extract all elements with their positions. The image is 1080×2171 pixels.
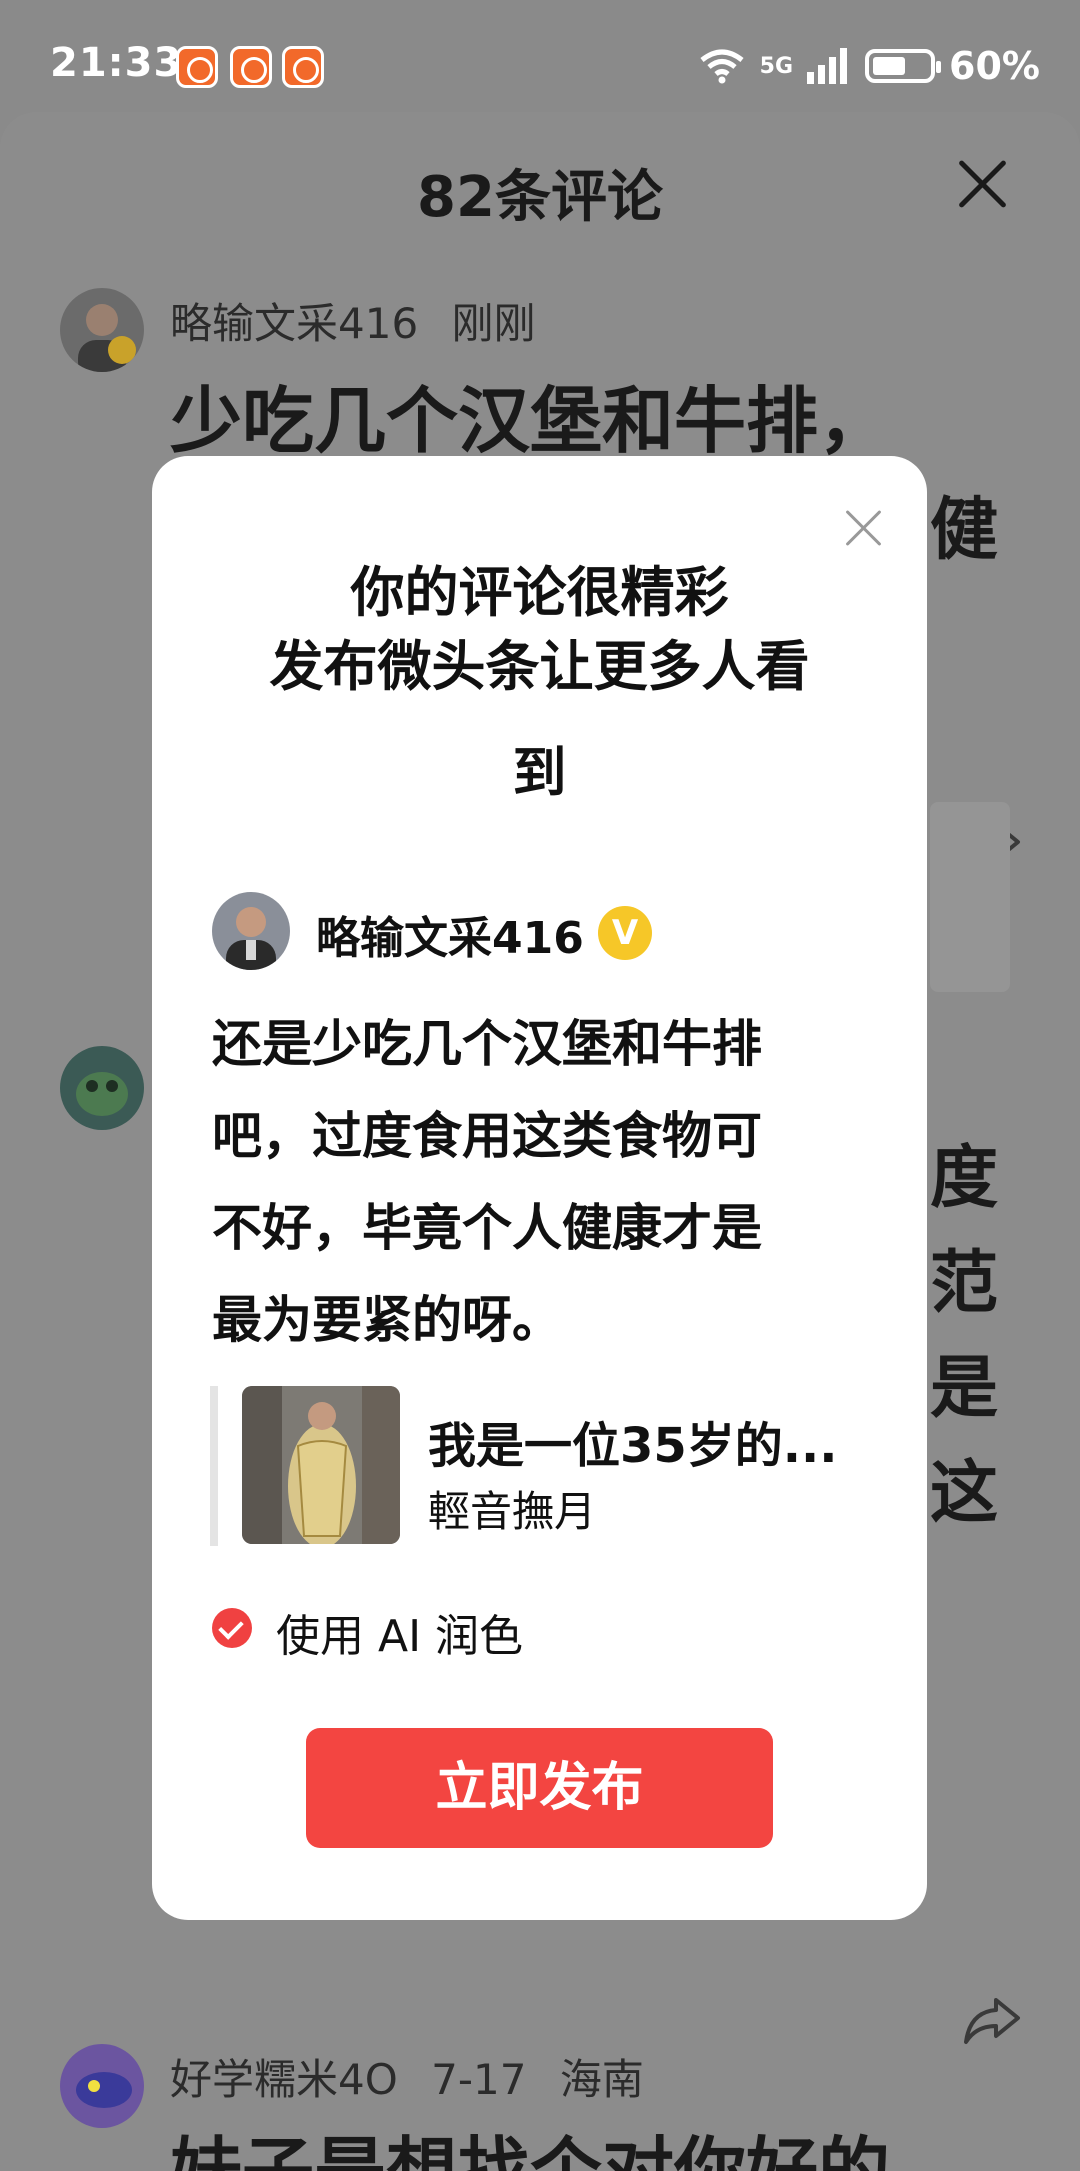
status-time: 21:33	[50, 40, 183, 86]
share-icon[interactable]	[962, 1994, 1022, 2046]
comment-text-fragment: 是	[930, 1349, 999, 1428]
comment-time: 刚刚	[451, 299, 536, 348]
battery-icon	[865, 49, 942, 83]
dialog-title-line1: 你的评论很精彩	[350, 561, 729, 624]
comment-text: 少吃几个汉堡和牛排，	[170, 379, 891, 463]
quoted-article[interactable]: 我是一位35岁的... 輕音撫月	[210, 1386, 870, 1546]
comment-time: 7-17	[431, 2055, 527, 2104]
close-icon[interactable]	[844, 508, 884, 548]
comment-text: 妹子是想找个对你好的	[170, 2129, 891, 2171]
comment-text-fragment: 健	[930, 491, 999, 570]
wifi-icon	[700, 49, 744, 84]
dialog-comment-line: 不好，毕竟个人健康才是	[212, 1199, 762, 1257]
ai-polish-label[interactable]: 使用 AI 润色	[276, 1600, 523, 1664]
status-right: 5G 60%	[698, 44, 1040, 88]
article-thumbnail	[242, 1386, 400, 1544]
comment-text-fragment: 范	[930, 1244, 999, 1323]
network-type: 5G	[759, 53, 794, 79]
signal-icon	[807, 48, 848, 84]
publish-button[interactable]: 立即发布	[306, 1728, 773, 1848]
comment-author-time: 略输文采416 刚刚	[170, 290, 536, 351]
article-title: 我是一位35岁的...	[428, 1418, 838, 1474]
avatar[interactable]	[60, 2044, 144, 2128]
comment-text-fragment: 度	[930, 1139, 999, 1218]
battery-percent: 60%	[949, 44, 1040, 88]
app-notification-icon	[230, 46, 272, 88]
comment-author: 好学糯米4O	[170, 2055, 398, 2104]
dialog-author: 略输文采416	[316, 913, 584, 964]
avatar	[212, 892, 290, 970]
reply-preview-strip	[930, 802, 1010, 992]
avatar[interactable]	[60, 1046, 144, 1130]
ai-polish-checkbox[interactable]	[212, 1608, 252, 1648]
dialog-comment-line: 还是少吃几个汉堡和牛排	[212, 1015, 762, 1073]
dialog-title-line2: 发布微头条让更多人看	[269, 635, 810, 698]
app-notification-icon	[176, 46, 218, 88]
dialog-comment-line: 吧，过度食用这类食物可	[212, 1107, 762, 1165]
dialog-comment-line: 最为要紧的呀。	[212, 1291, 562, 1349]
comment-author: 略输文采416	[170, 299, 419, 348]
comment-location: 海南	[559, 2055, 644, 2104]
avatar[interactable]	[60, 288, 144, 372]
comment-author-time: 好学糯米4O 7-17 海南	[170, 2046, 644, 2107]
article-author: 輕音撫月	[428, 1487, 597, 1536]
publish-dialog: 你的评论很精彩 发布微头条让更多人看 到 略输文采416 V 还是少吃几个汉堡和…	[152, 456, 927, 1920]
sheet-title: 82条评论	[417, 165, 663, 230]
app-notification-icon	[282, 46, 324, 88]
dialog-title-line3: 到	[512, 741, 567, 804]
status-bar: 21:33 5G 60%	[0, 0, 1080, 112]
comment-text-fragment: 这	[930, 1454, 999, 1533]
close-icon[interactable]	[952, 152, 1012, 212]
verified-badge-icon: V	[598, 906, 652, 960]
